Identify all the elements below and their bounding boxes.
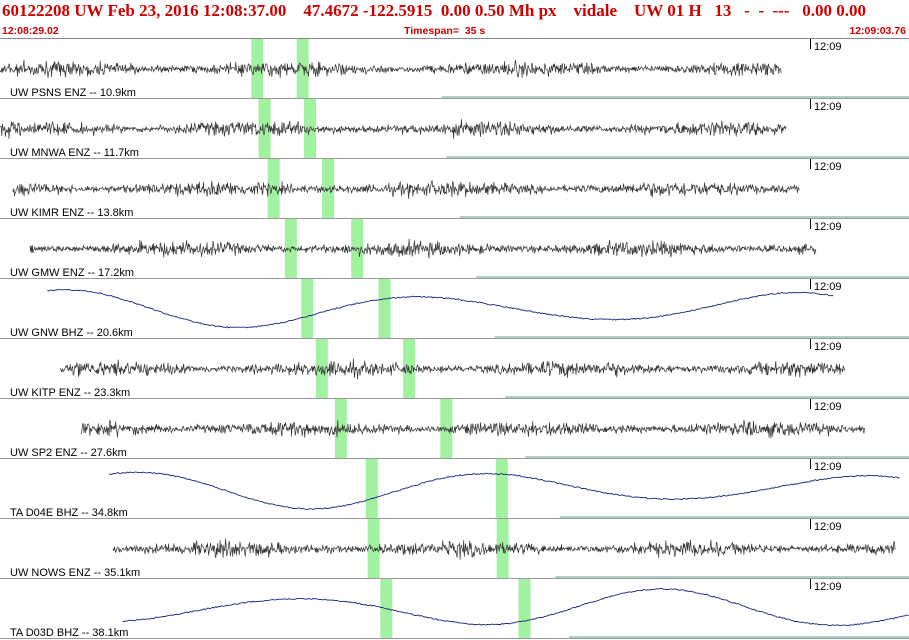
- phase-pick-marker[interactable]: [301, 279, 314, 338]
- time-tick-label: 12:09: [814, 341, 842, 353]
- timespan-label: Timespan= 35 s: [404, 25, 486, 37]
- channel-label: UW MNWA ENZ -- 11.7km: [10, 147, 139, 159]
- channel-label: UW PSNS ENZ -- 10.9km: [10, 87, 136, 99]
- window-end-time: 12:09:03.76: [849, 25, 906, 37]
- event-summary-line: 60122208 UW Feb 23, 2016 12:08:37.00 47.…: [2, 1, 866, 20]
- waveform-trace: [122, 587, 909, 627]
- phase-pick-marker[interactable]: [495, 459, 508, 518]
- waveform-trace: [12, 179, 800, 199]
- channel-panel[interactable]: 12:09 TA D04E BHZ -- 34.8km: [0, 459, 909, 519]
- time-tick-label: 12:09: [814, 281, 842, 293]
- channel-panel[interactable]: 12:09 TA D03D BHZ -- 38.1km: [0, 579, 909, 639]
- event-header: 60122208 UW Feb 23, 2016 12:08:37.00 47.…: [0, 0, 909, 39]
- channel-panel[interactable]: 12:09 UW SP2 ENZ -- 27.6km: [0, 399, 909, 459]
- time-tick-label: 12:09: [814, 101, 842, 113]
- waveform-trace: [59, 358, 846, 380]
- channel-label: UW NOWS ENZ -- 35.1km: [10, 567, 140, 579]
- time-tick-label: 12:09: [814, 581, 842, 593]
- channel-panel[interactable]: 12:09 UW MNWA ENZ -- 11.7km: [0, 99, 909, 159]
- channel-label: UW GNW BHZ -- 20.6km: [10, 327, 133, 339]
- channel-label: TA D03D BHZ -- 38.1km: [10, 627, 128, 639]
- channel-label: UW KIMR ENZ -- 13.8km: [10, 207, 133, 219]
- time-tick-label: 12:09: [814, 161, 842, 173]
- channel-label: UW SP2 ENZ -- 27.6km: [10, 447, 127, 459]
- time-tick-label: 12:09: [814, 221, 842, 233]
- phase-pick-marker[interactable]: [378, 279, 391, 338]
- time-tick-label: 12:09: [814, 521, 842, 533]
- channel-panel[interactable]: 12:09 UW NOWS ENZ -- 35.1km: [0, 519, 909, 579]
- waveform-trace: [80, 419, 866, 439]
- waveform-trace: [0, 59, 782, 78]
- waveform-trace: [0, 119, 787, 139]
- time-tick-label: 12:09: [814, 41, 842, 53]
- channel-label: TA D04E BHZ -- 34.8km: [10, 507, 128, 519]
- seismogram-panel[interactable]: 12:09 UW PSNS ENZ -- 10.9km 12:09 UW MNWA E…: [0, 39, 909, 640]
- waveform-trace: [29, 238, 817, 259]
- window-start-time: 12:08:29.02: [2, 25, 59, 37]
- phase-pick-marker[interactable]: [365, 459, 378, 518]
- channel-label: UW GMW ENZ -- 17.2km: [10, 267, 134, 279]
- phase-pick-marker[interactable]: [518, 579, 531, 638]
- channel-panel[interactable]: 12:09 UW PSNS ENZ -- 10.9km: [0, 39, 909, 99]
- channel-panel[interactable]: 12:09 UW KIMR ENZ -- 13.8km: [0, 159, 909, 219]
- channel-panel[interactable]: 12:09 UW KITP ENZ -- 23.3km: [0, 339, 909, 399]
- time-tick-label: 12:09: [814, 461, 842, 473]
- channel-label: UW KITP ENZ -- 23.3km: [10, 387, 130, 399]
- waveform-trace: [47, 288, 834, 329]
- time-tick-label: 12:09: [814, 401, 842, 413]
- channel-panel[interactable]: 12:09 UW GNW BHZ -- 20.6km: [0, 279, 909, 339]
- phase-pick-marker[interactable]: [367, 519, 380, 578]
- channel-panel[interactable]: 12:09 UW GMW ENZ -- 17.2km: [0, 219, 909, 279]
